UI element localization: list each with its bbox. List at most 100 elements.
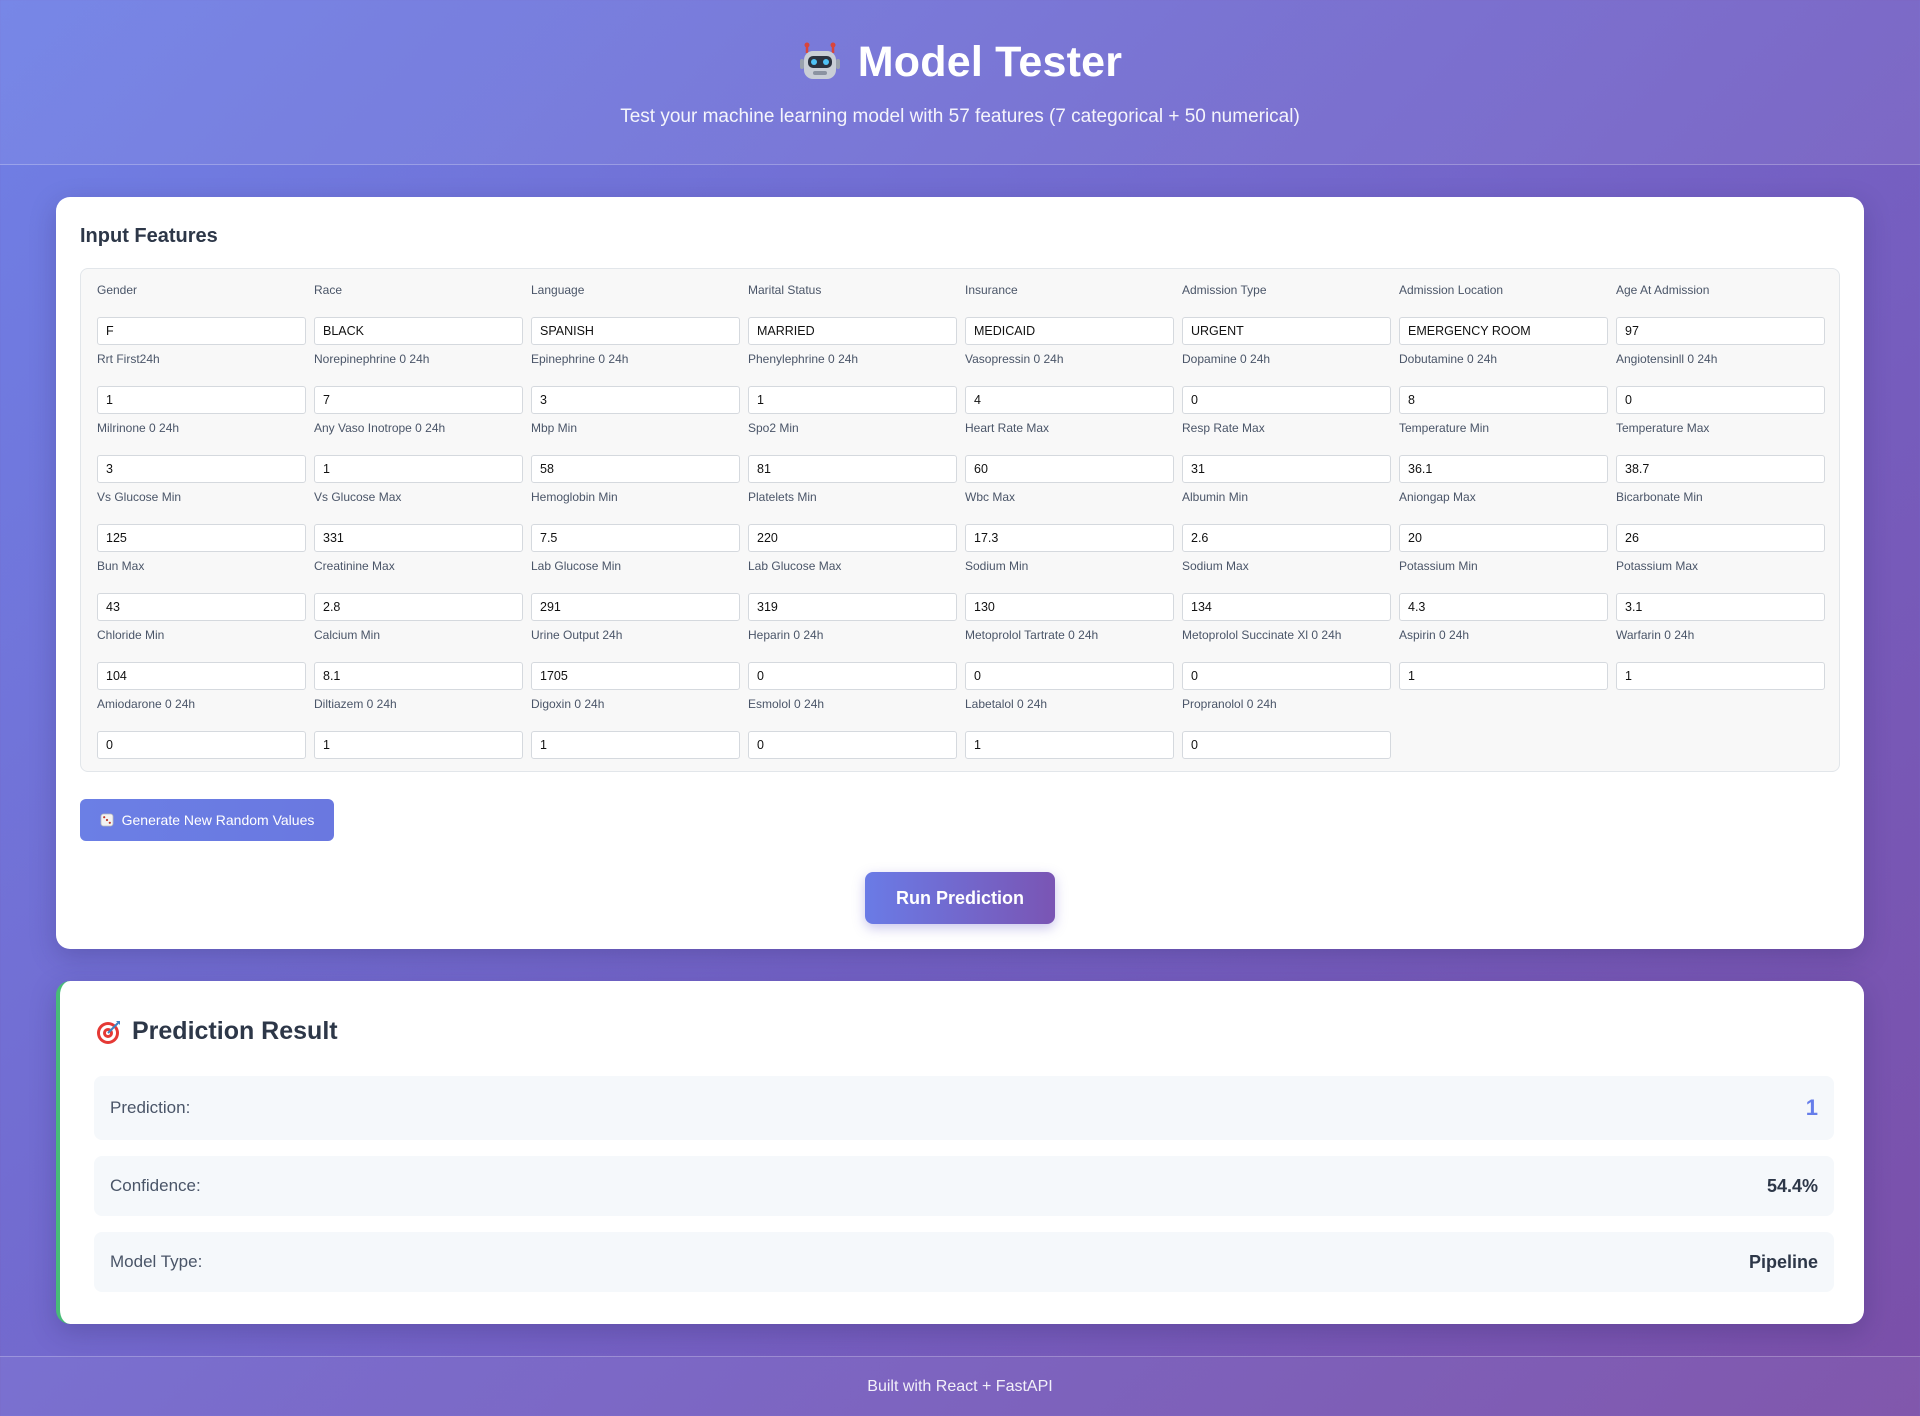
- feature-input-amiodarone-0-24h[interactable]: [97, 731, 306, 759]
- feature-input-calcium-min[interactable]: [314, 662, 523, 690]
- feature-input-vasopressin-0-24h[interactable]: [965, 386, 1174, 414]
- feature-input-milrinone-0-24h[interactable]: [97, 455, 306, 483]
- feature-input-potassium-min[interactable]: [1399, 593, 1608, 621]
- robot-icon: [799, 42, 840, 79]
- target-icon: [97, 1020, 120, 1044]
- feature-input-dopamine-0-24h[interactable]: [1182, 386, 1391, 414]
- feature-label-milrinone-0-24h: Milrinone 0 24h: [97, 421, 180, 435]
- feature-input-gender[interactable]: [97, 317, 306, 345]
- feature-input-vs-glucose-max[interactable]: [314, 524, 523, 552]
- model-type-label: Model Type:: [110, 1252, 203, 1271]
- feature-label-age-at-admission: Age At Admission: [1616, 283, 1710, 297]
- feature-input-lab-glucose-max[interactable]: [748, 593, 957, 621]
- feature-input-potassium-max[interactable]: [1616, 593, 1825, 621]
- feature-input-bun-max[interactable]: [97, 593, 306, 621]
- feature-input-norepinephrine-0-24h[interactable]: [314, 386, 523, 414]
- feature-input-sodium-max[interactable]: [1182, 593, 1391, 621]
- prediction-row: Prediction: 1: [94, 1076, 1834, 1140]
- feature-input-aniongap-max[interactable]: [1399, 524, 1608, 552]
- feature-field-temperature-min: Temperature Min: [1399, 421, 1608, 490]
- feature-label-dopamine-0-24h: Dopamine 0 24h: [1182, 352, 1271, 366]
- feature-label-sodium-min: Sodium Min: [965, 559, 1029, 573]
- feature-label-diltiazem-0-24h: Diltiazem 0 24h: [314, 697, 397, 711]
- feature-input-aspirin-0-24h[interactable]: [1399, 662, 1608, 690]
- feature-input-metoprolol-succinate-xl-0-24h[interactable]: [1182, 662, 1391, 690]
- feature-field-heart-rate-max: Heart Rate Max: [965, 421, 1174, 490]
- feature-field-potassium-max: Potassium Max: [1616, 559, 1825, 628]
- feature-input-age-at-admission[interactable]: [1616, 317, 1825, 345]
- run-prediction-button[interactable]: Run Prediction: [865, 872, 1055, 924]
- feature-label-urine-output-24h: Urine Output 24h: [531, 628, 623, 642]
- feature-input-albumin-min[interactable]: [1182, 524, 1391, 552]
- feature-field-spo2-min: Spo2 Min: [748, 421, 957, 490]
- feature-input-temperature-min[interactable]: [1399, 455, 1608, 483]
- feature-input-warfarin-0-24h[interactable]: [1616, 662, 1825, 690]
- input-features-heading: Input Features: [80, 225, 218, 247]
- feature-input-race[interactable]: [314, 317, 523, 345]
- feature-label-any-vaso-inotrope-0-24h: Any Vaso Inotrope 0 24h: [314, 421, 446, 435]
- feature-field-sodium-max: Sodium Max: [1182, 559, 1391, 628]
- feature-input-hemoglobin-min[interactable]: [531, 524, 740, 552]
- feature-label-sodium-max: Sodium Max: [1182, 559, 1249, 573]
- feature-input-insurance[interactable]: [965, 317, 1174, 345]
- feature-field-potassium-min: Potassium Min: [1399, 559, 1608, 628]
- feature-field-rrt-first24h: Rrt First24h: [97, 352, 306, 421]
- feature-label-angiotensinll-0-24h: Angiotensinll 0 24h: [1616, 352, 1718, 366]
- feature-field-marital-status: Marital Status: [748, 283, 957, 352]
- feature-input-urine-output-24h[interactable]: [531, 662, 740, 690]
- feature-field-heparin-0-24h: Heparin 0 24h: [748, 628, 957, 697]
- feature-field-angiotensinll-0-24h: Angiotensinll 0 24h: [1616, 352, 1825, 421]
- feature-label-albumin-min: Albumin Min: [1182, 490, 1249, 504]
- feature-field-dobutamine-0-24h: Dobutamine 0 24h: [1399, 352, 1608, 421]
- feature-label-vs-glucose-min: Vs Glucose Min: [97, 490, 182, 504]
- feature-field-insurance: Insurance: [965, 283, 1174, 352]
- feature-input-admission-location[interactable]: [1399, 317, 1608, 345]
- generate-random-values-button[interactable]: Generate New Random Values: [80, 799, 334, 841]
- feature-input-vs-glucose-min[interactable]: [97, 524, 306, 552]
- feature-input-spo2-min[interactable]: [748, 455, 957, 483]
- feature-input-admission-type[interactable]: [1182, 317, 1391, 345]
- feature-input-creatinine-max[interactable]: [314, 593, 523, 621]
- feature-input-sodium-min[interactable]: [965, 593, 1174, 621]
- feature-input-heart-rate-max[interactable]: [965, 455, 1174, 483]
- feature-input-lab-glucose-min[interactable]: [531, 593, 740, 621]
- feature-label-language: Language: [531, 283, 585, 297]
- feature-input-platelets-min[interactable]: [748, 524, 957, 552]
- feature-field-bicarbonate-min: Bicarbonate Min: [1616, 490, 1825, 559]
- feature-input-esmolol-0-24h[interactable]: [748, 731, 957, 759]
- feature-input-heparin-0-24h[interactable]: [748, 662, 957, 690]
- feature-input-any-vaso-inotrope-0-24h[interactable]: [314, 455, 523, 483]
- feature-label-metoprolol-tartrate-0-24h: Metoprolol Tartrate 0 24h: [965, 628, 1099, 642]
- feature-input-marital-status[interactable]: [748, 317, 957, 345]
- feature-input-bicarbonate-min[interactable]: [1616, 524, 1825, 552]
- page-subtitle: Test your machine learning model with 57…: [620, 106, 1300, 127]
- prediction-value: 1: [1805, 1095, 1818, 1120]
- feature-input-metoprolol-tartrate-0-24h[interactable]: [965, 662, 1174, 690]
- feature-input-temperature-max[interactable]: [1616, 455, 1825, 483]
- feature-label-vs-glucose-max: Vs Glucose Max: [314, 490, 402, 504]
- feature-field-aspirin-0-24h: Aspirin 0 24h: [1399, 628, 1608, 697]
- feature-input-digoxin-0-24h[interactable]: [531, 731, 740, 759]
- feature-input-dobutamine-0-24h[interactable]: [1399, 386, 1608, 414]
- feature-input-angiotensinll-0-24h[interactable]: [1616, 386, 1825, 414]
- feature-input-mbp-min[interactable]: [531, 455, 740, 483]
- feature-field-resp-rate-max: Resp Rate Max: [1182, 421, 1391, 490]
- feature-field-norepinephrine-0-24h: Norepinephrine 0 24h: [314, 352, 523, 421]
- feature-input-chloride-min[interactable]: [97, 662, 306, 690]
- feature-label-insurance: Insurance: [965, 283, 1018, 297]
- feature-input-propranolol-0-24h[interactable]: [1182, 731, 1391, 759]
- feature-label-admission-location: Admission Location: [1399, 283, 1504, 297]
- feature-field-vs-glucose-min: Vs Glucose Min: [97, 490, 306, 559]
- feature-input-diltiazem-0-24h[interactable]: [314, 731, 523, 759]
- feature-input-resp-rate-max[interactable]: [1182, 455, 1391, 483]
- feature-label-marital-status: Marital Status: [748, 283, 822, 297]
- feature-field-admission-location: Admission Location: [1399, 283, 1608, 352]
- feature-input-epinephrine-0-24h[interactable]: [531, 386, 740, 414]
- feature-input-rrt-first24h[interactable]: [97, 386, 306, 414]
- feature-input-labetalol-0-24h[interactable]: [965, 731, 1174, 759]
- feature-label-potassium-min: Potassium Min: [1399, 559, 1478, 573]
- feature-label-creatinine-max: Creatinine Max: [314, 559, 395, 573]
- feature-input-language[interactable]: [531, 317, 740, 345]
- feature-input-wbc-max[interactable]: [965, 524, 1174, 552]
- feature-input-phenylephrine-0-24h[interactable]: [748, 386, 957, 414]
